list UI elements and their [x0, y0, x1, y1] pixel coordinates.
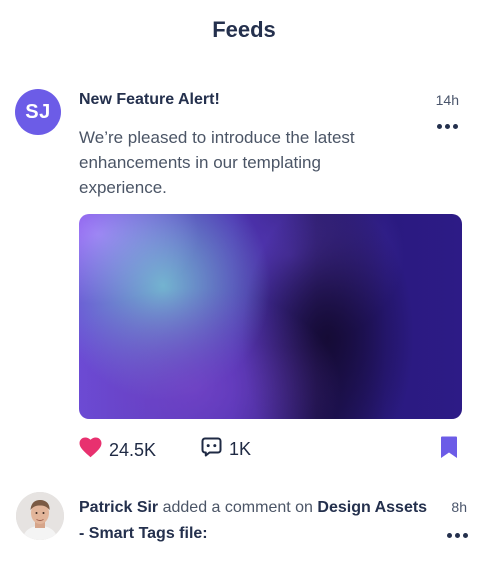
comment-icon — [201, 437, 222, 462]
bookmark-icon[interactable] — [440, 436, 458, 464]
activity-text: Patrick Sir added a comment on Design As… — [79, 495, 429, 547]
more-icon[interactable] — [437, 118, 458, 134]
activity-author[interactable]: Patrick Sir — [79, 499, 158, 516]
comment-count: 1K — [229, 439, 252, 459]
avatar[interactable] — [16, 492, 64, 540]
post-actions: 24.5K 1K — [79, 436, 462, 462]
feeds-page: Feeds SJ New Feature Alert! 14h We’re pl… — [0, 0, 488, 563]
avatar[interactable]: SJ — [15, 89, 61, 135]
more-icon[interactable] — [447, 527, 468, 543]
like-count: 24.5K — [109, 439, 157, 460]
activity-action: added a comment on — [162, 499, 313, 516]
post-body: We’re pleased to introduce the latest en… — [79, 128, 355, 197]
post-title[interactable]: New Feature Alert! — [79, 91, 220, 109]
post-timestamp: 8h — [451, 499, 467, 515]
post-image[interactable] — [79, 214, 462, 419]
page-title: Feeds — [212, 17, 276, 42]
comment-button[interactable]: 1K — [201, 437, 251, 462]
heart-icon — [79, 437, 102, 463]
avatar-initials: SJ — [25, 100, 51, 123]
post-timestamp: 14h — [435, 92, 459, 108]
like-button[interactable]: 24.5K — [79, 437, 156, 463]
